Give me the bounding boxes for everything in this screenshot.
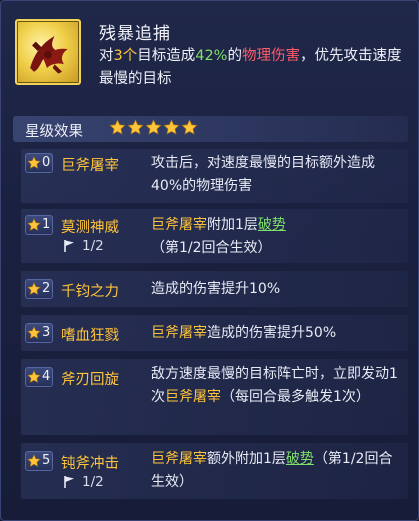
star-icon [127,119,144,135]
highlight-text: 42% [195,48,228,64]
axe-emblem-icon [15,19,81,85]
star-level-badge: 4 [25,367,53,387]
skill-tooltip-panel: 残暴追捕 对3个目标造成42%的物理伤害，优先攻击速度最慢的目标 星级效果 0 … [0,0,419,521]
trigger-counter: 1/2 [63,238,104,254]
text-segment: 的 [227,48,242,64]
text-segment: 攻击后，对速度最慢的目标额外造成40%的物理伤害 [151,155,375,194]
star-icon [163,119,180,135]
text-segment: 造成的伤害提升50% [207,325,337,341]
star-level-badge: 5 [25,451,53,471]
text-segment: （每回合最多触发1次） [221,389,370,405]
star-effect-row-0: 0 巨斧屠宰 攻击后，对速度最慢的目标额外造成40%的物理伤害 [21,149,408,203]
star-icon [27,156,41,169]
trigger-counter: 1/2 [63,474,104,490]
keyword-link[interactable]: 破势 [258,217,286,233]
star-effect-row-4: 4 斧刃回旋 敌方速度最慢的目标阵亡时，立即发动1次巨斧屠宰（每回合最多触发1次… [21,359,408,435]
star-effect-row-1: 1 莫测神威 1/2 巨斧屠宰附加1层破势 （第1/2回合生效） [21,209,408,263]
effect-description: 造成的伤害提升10% [151,278,401,301]
star-level-badge: 0 [25,153,53,173]
effect-name: 钝斧冲击 [61,456,119,472]
effect-description: 巨斧屠宰额外附加1层破势（第1/2回合生效） [151,448,401,494]
highlight-text: 物理伤害 [241,48,300,64]
star-level-badge: 1 [25,215,53,235]
effect-description: 巨斧屠宰附加1层破势 （第1/2回合生效） [151,214,401,260]
star-effects-header: 星级效果 [13,116,408,142]
section-title: 星级效果 [25,124,83,140]
star-rating [109,119,198,136]
highlight-text: 巨斧屠宰 [151,217,207,233]
star-icon [27,218,41,231]
effect-name: 嗜血狂戮 [61,328,119,344]
highlight-text: 3个 [113,48,138,64]
text-segment: 额外附加1层 [207,451,286,467]
effect-name: 莫测神威 [61,220,119,236]
star-icon [27,282,41,295]
keyword-link[interactable]: 破势 [286,451,314,467]
skill-name: 残暴追捕 [99,24,171,44]
effect-description: 敌方速度最慢的目标阵亡时，立即发动1次巨斧屠宰（每回合最多触发1次） [151,363,401,409]
star-icon [27,370,41,383]
skill-description: 对3个目标造成42%的物理伤害，优先攻击速度最慢的目标 [99,45,404,91]
star-level-badge: 3 [25,323,53,343]
star-icon [109,119,126,135]
effect-name: 巨斧屠宰 [61,158,119,174]
star-effect-row-5: 5 钝斧冲击 1/2 巨斧屠宰额外附加1层破势（第1/2回合生效） [21,443,408,499]
star-icon [27,326,41,339]
highlight-text: 巨斧屠宰 [151,451,207,467]
star-icon [145,119,162,135]
text-segment: 附加1层 [207,217,258,233]
star-level-badge: 2 [25,279,53,299]
star-icon [181,119,198,135]
effect-description: 攻击后，对速度最慢的目标额外造成40%的物理伤害 [151,152,401,198]
star-effect-row-3: 3 嗜血狂戮 巨斧屠宰造成的伤害提升50% [21,315,408,351]
star-icon [27,454,41,467]
highlight-text: 巨斧屠宰 [165,389,221,405]
flag-icon [64,240,74,252]
star-effect-row-2: 2 千钧之力 造成的伤害提升10% [21,271,408,307]
effect-name: 斧刃回旋 [61,372,119,388]
text-segment: 造成的伤害提升10% [151,281,281,297]
highlight-text: 巨斧屠宰 [151,325,207,341]
effect-description: 巨斧屠宰造成的伤害提升50% [151,322,401,345]
flag-icon [64,476,74,488]
text-segment: 目标造成 [137,48,196,64]
text-segment: （第1/2回合生效） [151,240,272,256]
text-segment: 对 [99,48,114,64]
effect-name: 千钧之力 [61,284,119,300]
